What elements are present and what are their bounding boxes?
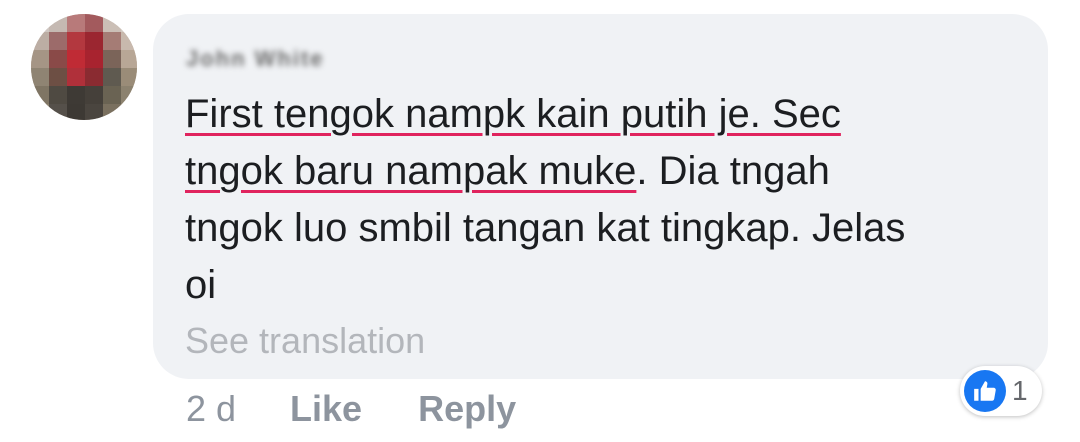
comment-line-2: tngok baru nampak muke. Dia tngah <box>185 143 1025 200</box>
reaction-count: 1 <box>1012 375 1028 406</box>
like-button[interactable]: Like <box>290 388 362 430</box>
comment-timestamp[interactable]: 2 d <box>186 388 236 430</box>
author-name-text[interactable]: John White <box>186 46 325 72</box>
comment-line-1: First tengok nampk kain putih je. Sec <box>185 86 1025 143</box>
thumbs-up-glyph <box>974 381 996 401</box>
comment-actions: 2 d Like Reply <box>186 386 516 432</box>
comment-bubble[interactable]: John White First tengok nampk kain putih… <box>153 14 1048 379</box>
avatar-image <box>31 14 137 120</box>
see-translation-link[interactable]: See translation <box>185 320 425 362</box>
comment-line-4-text: oi <box>185 263 217 307</box>
comment-text: First tengok nampk kain putih je. Sec tn… <box>185 86 1025 314</box>
comment-line-2-underlined: tngok baru nampak muke <box>185 149 637 193</box>
reply-button[interactable]: Reply <box>418 388 516 430</box>
reaction-summary[interactable]: 1 <box>960 366 1042 416</box>
thumbs-up-icon <box>964 370 1006 412</box>
comment-screen: John White First tengok nampk kain putih… <box>0 0 1080 442</box>
avatar[interactable] <box>31 14 137 120</box>
comment-line-1-underlined: First tengok nampk kain putih je. Sec <box>185 92 841 136</box>
comment-line-3-text: tngok luo smbil tangan kat tingkap. Jela… <box>185 206 906 250</box>
comment-line-3: tngok luo smbil tangan kat tingkap. Jela… <box>185 200 1025 257</box>
comment-line-2-rest: . Dia tngah <box>636 149 830 193</box>
author-name[interactable]: John White <box>186 42 325 76</box>
comment-line-4: oi <box>185 257 1025 314</box>
